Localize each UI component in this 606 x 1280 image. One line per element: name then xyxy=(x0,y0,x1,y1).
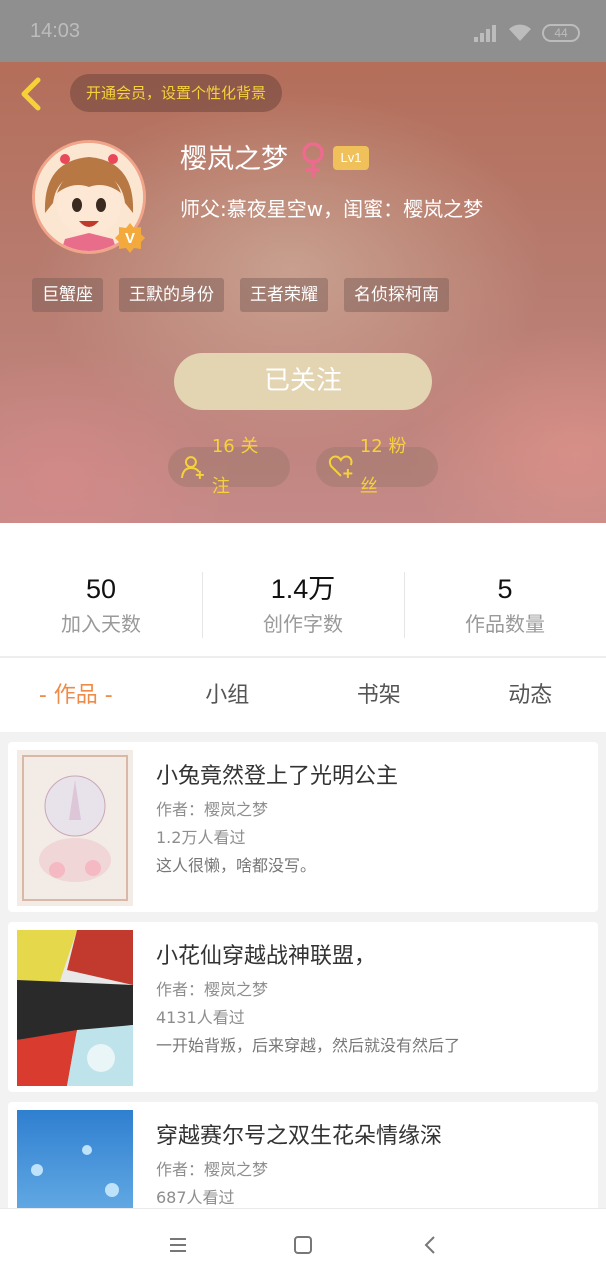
stat-value: 5 xyxy=(497,574,513,604)
work-description: 一开始背叛，后来穿越，然后就没有然后了 xyxy=(156,1036,461,1055)
work-author: 作者：樱岚之梦 xyxy=(156,1160,269,1179)
stat-label: 创作字数 xyxy=(263,612,343,636)
tab-bookshelf[interactable]: 书架 xyxy=(303,660,455,732)
work-views: 687人看过 xyxy=(156,1188,235,1207)
username: 樱岚之梦 xyxy=(180,144,288,175)
heart-plus-icon xyxy=(328,455,353,478)
back-icon[interactable] xyxy=(419,1233,443,1257)
verified-badge-icon: V xyxy=(115,223,145,253)
stat-value: 50 xyxy=(85,574,117,604)
following-count: 16 关注 xyxy=(211,436,259,497)
tag[interactable]: 王默的身份 xyxy=(119,278,224,312)
relations-text: 师父:慕夜星空w，闺蜜：樱岚之梦 xyxy=(180,197,484,221)
level-badge: Lv1 xyxy=(333,146,369,170)
list-item[interactable]: 小花仙穿越战神联盟， 作者：樱岚之梦 4131人看过 一开始背叛，后来穿越，然后… xyxy=(8,922,598,1092)
divider xyxy=(0,656,606,658)
fans-button[interactable]: 12 粉丝 xyxy=(316,436,438,497)
status-icons: 44 xyxy=(474,22,580,44)
work-title: 穿越赛尔号之双生花朵情缘深 xyxy=(156,1124,443,1149)
work-views: 4131人看过 xyxy=(156,1008,245,1027)
back-arrow-icon[interactable] xyxy=(14,74,50,114)
tag[interactable]: 巨蟹座 xyxy=(32,278,103,312)
stat-value: 1.4万 xyxy=(270,574,336,604)
work-author: 作者：樱岚之梦 xyxy=(156,800,269,819)
book-cover xyxy=(17,930,133,1086)
tab-bar: - 作品 - 小组 书架 动态 xyxy=(0,660,606,732)
work-title: 小花仙穿越战神联盟， xyxy=(156,944,377,969)
book-cover xyxy=(17,1110,133,1208)
work-title: 小兔竟然登上了光明公主 xyxy=(156,764,399,789)
tab-activity[interactable]: 动态 xyxy=(455,660,606,732)
book-cover xyxy=(17,750,133,906)
stat-word-count: 1.4万 创作字数 xyxy=(202,570,404,640)
tag[interactable]: 名侦探柯南 xyxy=(344,278,449,312)
stat-work-count: 5 作品数量 xyxy=(404,570,606,640)
tab-groups[interactable]: 小组 xyxy=(152,660,304,732)
fans-count: 12 粉丝 xyxy=(359,436,407,497)
tag-list: 巨蟹座 王默的身份 王者荣耀 名侦探柯南 xyxy=(32,278,449,312)
add-user-icon xyxy=(180,456,204,479)
svg-text:V: V xyxy=(125,230,135,247)
follow-button[interactable]: 已关注 xyxy=(174,353,432,410)
battery-icon: 44 xyxy=(542,24,580,42)
works-list: 小兔竟然登上了光明公主 作者：樱岚之梦 1.2万人看过 这人很懒，啥都没写。 小… xyxy=(0,732,606,1208)
work-author: 作者：樱岚之梦 xyxy=(156,980,269,999)
menu-icon[interactable] xyxy=(166,1233,190,1257)
status-time: 14:03 xyxy=(30,20,81,42)
list-item[interactable]: 穿越赛尔号之双生花朵情缘深 作者：樱岚之梦 687人看过 xyxy=(8,1102,598,1208)
tag[interactable]: 王者荣耀 xyxy=(240,278,328,312)
signal-icon xyxy=(474,25,496,42)
stat-join-days: 50 加入天数 xyxy=(0,570,202,640)
following-button[interactable]: 16 关注 xyxy=(168,436,290,497)
system-nav-bar xyxy=(0,1208,606,1280)
list-item[interactable]: 小兔竟然登上了光明公主 作者：樱岚之梦 1.2万人看过 这人很懒，啥都没写。 xyxy=(8,742,598,912)
work-views: 1.2万人看过 xyxy=(156,828,246,847)
profile-header: 开通会员，设置个性化背景 V 樱岚之梦 Lv1 师父:慕夜星空w，闺蜜：樱岚之梦… xyxy=(0,62,606,523)
stats-row: 50 加入天数 1.4万 创作字数 5 作品数量 xyxy=(0,570,606,640)
stat-label: 加入天数 xyxy=(61,612,141,636)
female-gender-icon xyxy=(302,142,324,177)
home-icon[interactable] xyxy=(291,1233,315,1257)
vip-background-banner[interactable]: 开通会员，设置个性化背景 xyxy=(70,74,283,112)
tab-works[interactable]: - 作品 - xyxy=(0,660,152,732)
work-description: 这人很懒，啥都没写。 xyxy=(156,856,317,875)
stat-label: 作品数量 xyxy=(465,612,545,636)
wifi-icon xyxy=(509,24,531,41)
status-bar: 14:03 44 xyxy=(0,0,606,62)
